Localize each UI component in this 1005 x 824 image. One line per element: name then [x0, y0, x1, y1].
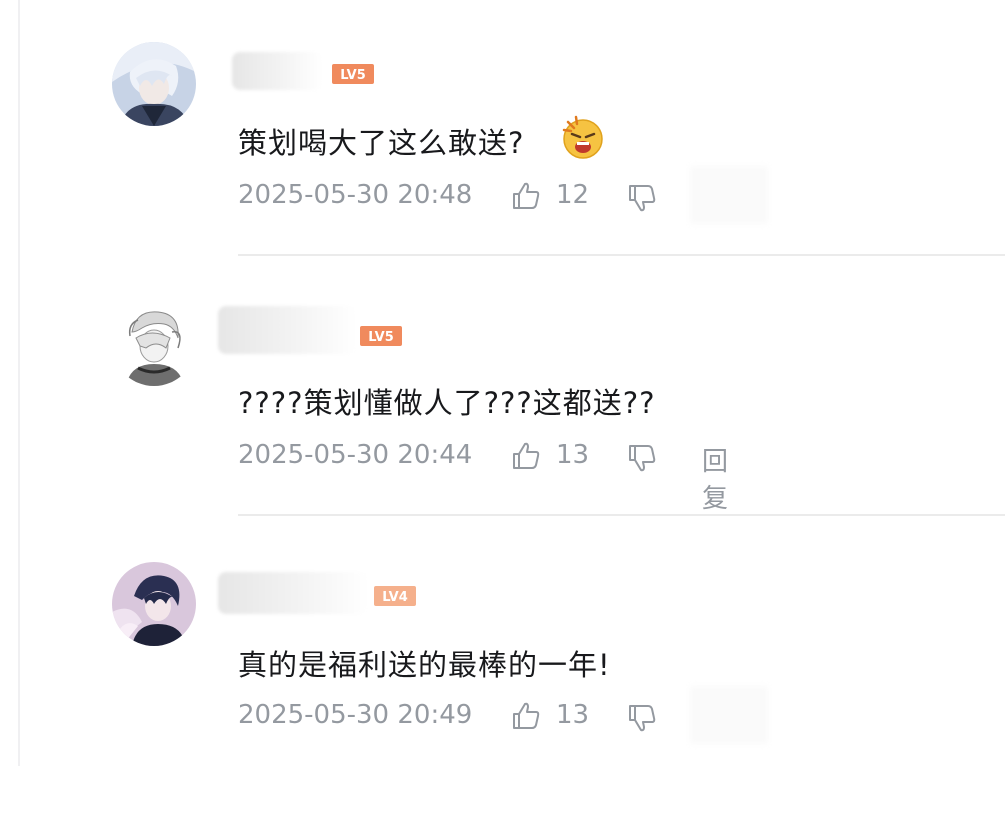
svg-text:LV5: LV5	[340, 68, 366, 83]
username-blurred[interactable]	[218, 572, 368, 614]
comment-item: LV5 ????策划懂做人了???这都送?? 2025-05-30 20:44 …	[0, 302, 1005, 564]
thumbs-up-icon[interactable]	[510, 700, 542, 732]
divider	[238, 254, 1005, 256]
reply-button-blurred[interactable]	[690, 166, 768, 224]
like-count: 13	[556, 700, 590, 730]
avatar-image	[112, 562, 196, 646]
divider	[238, 514, 1005, 516]
avatar-image	[112, 302, 196, 386]
level-badge: LV4	[374, 586, 416, 606]
level-badge: LV5	[332, 64, 374, 84]
timestamp: 2025-05-30 20:44	[238, 440, 473, 470]
timestamp: 2025-05-30 20:49	[238, 700, 473, 730]
thumbs-up-icon[interactable]	[510, 440, 542, 472]
reply-button-blurred[interactable]	[690, 686, 768, 744]
level-badge: LV5	[360, 326, 402, 346]
avatar[interactable]	[112, 42, 196, 126]
comment-text: ????策划懂做人了???这都送??	[238, 386, 656, 420]
like-count: 12	[556, 180, 590, 210]
comment-item: LV5 策划喝大了这么敢送? 2025-05-30 20:48 12	[0, 42, 1005, 304]
comment-text: 策划喝大了这么敢送?	[238, 126, 525, 160]
username-blurred[interactable]	[232, 52, 322, 90]
svg-text:LV5: LV5	[368, 330, 394, 345]
shocked-face-emoji	[562, 115, 603, 159]
reply-button[interactable]: 回复	[702, 441, 728, 515]
like-count: 13	[556, 440, 590, 470]
timestamp: 2025-05-30 20:48	[238, 180, 473, 210]
avatar[interactable]	[112, 302, 196, 386]
avatar-image	[112, 42, 196, 126]
thumbs-down-icon[interactable]	[626, 182, 658, 214]
thumbs-up-icon[interactable]	[510, 180, 542, 212]
comment-item: LV4 真的是福利送的最棒的一年! 2025-05-30 20:49 13	[0, 562, 1005, 824]
svg-text:LV4: LV4	[382, 590, 408, 605]
comment-text: 真的是福利送的最棒的一年!	[238, 648, 611, 682]
username-blurred[interactable]	[218, 306, 356, 354]
thumbs-down-icon[interactable]	[626, 442, 658, 474]
thumbs-down-icon[interactable]	[626, 702, 658, 734]
avatar[interactable]	[112, 562, 196, 646]
